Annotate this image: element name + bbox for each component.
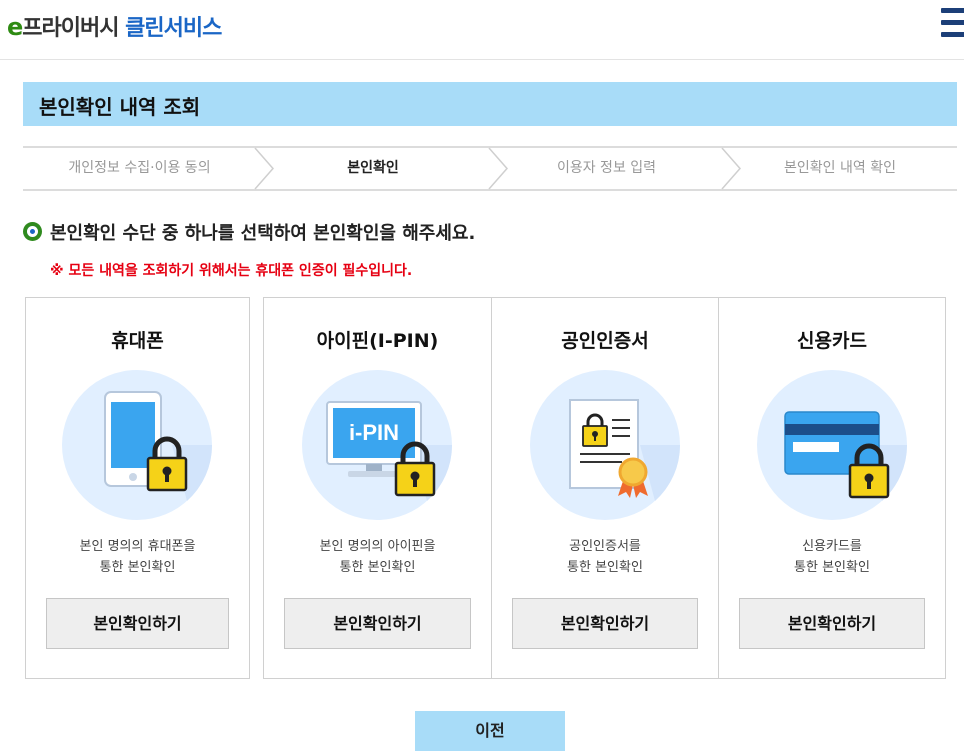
logo-privacy-text: 프라이버시 (22, 16, 119, 41)
method-card-ipin: 아이핀(I-PIN) i-PIN 본인 명의의 아이핀을 통한 본인확인 본인확… (264, 298, 491, 678)
method-description: 공인인증서를 통한 본인확인 (567, 539, 643, 575)
logo-clean-service-text: 클린서비스 (125, 16, 222, 41)
prev-button[interactable]: 이전 (415, 711, 565, 751)
method-title: 신용카드 (797, 330, 867, 352)
step-user-info: 이용자 정보 입력 (556, 160, 657, 176)
verify-credit-card-button[interactable]: 본인확인하기 (739, 598, 925, 649)
method-title: 휴대폰 (111, 330, 164, 352)
method-title: 공인인증서 (561, 330, 649, 352)
credit-card-lock-icon (757, 370, 907, 520)
method-card-certificate: 공인인증서 공인인증서를 통한 본인확인 본인확인하기 (492, 298, 718, 678)
method-title: 아이핀(I-PIN) (316, 330, 439, 352)
method-description: 본인 명의의 휴대폰을 통한 본인확인 (79, 539, 196, 575)
step-verification: 본인확인 (347, 160, 399, 176)
step-indicator: 개인정보 수집·이용 동의 본인확인 이용자 정보 입력 본인확인 내역 확인 (23, 146, 957, 191)
warning-text: ※ 모든 내역을 조회하기 위해서는 휴대폰 인증이 필수입니다. (50, 263, 413, 279)
ipin-monitor-lock-icon: i-PIN (302, 370, 452, 520)
method-description: 신용카드를 통한 본인확인 (794, 539, 870, 575)
logo-e: e (7, 13, 23, 41)
bullet-circle-icon (23, 222, 42, 241)
step-history-check: 본인확인 내역 확인 (784, 160, 896, 176)
method-description: 본인 명의의 아이핀을 통한 본인확인 (319, 539, 436, 575)
page-title: 본인확인 내역 조회 (39, 95, 201, 119)
ipin-icon-text: i-PIN (349, 420, 399, 445)
certificate-icon (530, 370, 680, 520)
method-card-group: 아이핀(I-PIN) i-PIN 본인 명의의 아이핀을 통한 본인확인 본인확… (263, 297, 946, 679)
verify-ipin-button[interactable]: 본인확인하기 (284, 598, 471, 649)
verify-certificate-button[interactable]: 본인확인하기 (512, 598, 698, 649)
method-card-credit-card: 신용카드 신용카드를 통한 본인확인 본인확인하기 (719, 298, 945, 678)
smartphone-lock-icon (62, 370, 212, 520)
guide-text: 본인확인 수단 중 하나를 선택하여 본인확인을 해주세요. (50, 223, 476, 244)
page-title-bar: 본인확인 내역 조회 (23, 82, 957, 126)
step-consent: 개인정보 수집·이용 동의 (68, 160, 211, 176)
method-card-phone: 휴대폰 본인 명의의 휴대폰을 통한 본인확인 본인확인하기 (25, 297, 250, 679)
site-logo[interactable]: e프라이버시 클린서비스 (7, 10, 222, 42)
top-header: e프라이버시 클린서비스 (0, 0, 964, 60)
hamburger-menu-icon[interactable] (941, 8, 964, 38)
verify-phone-button[interactable]: 본인확인하기 (46, 598, 229, 649)
